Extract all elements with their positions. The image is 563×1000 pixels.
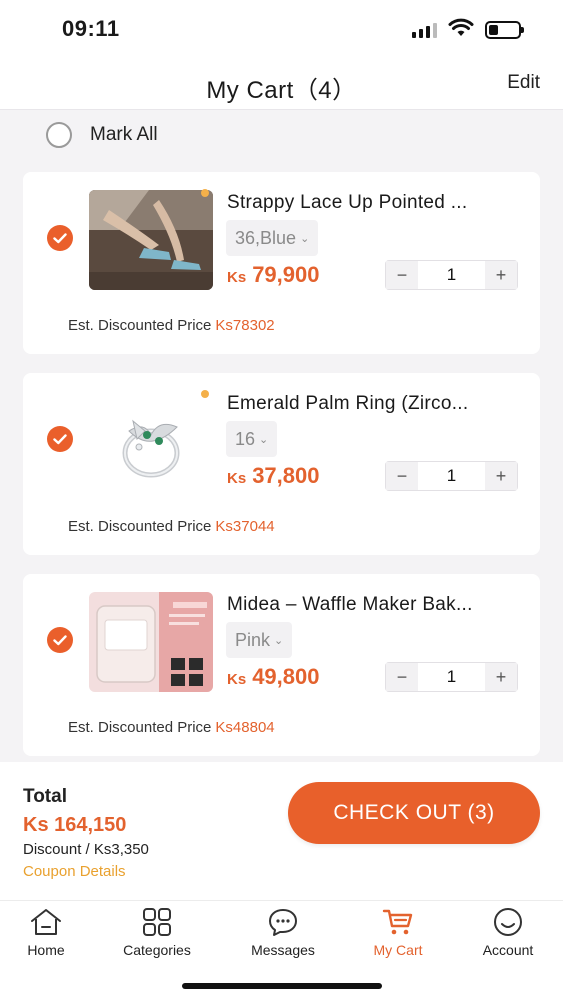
price-amount: 49,800 [252,664,320,689]
status-bar: 09:11 [0,0,563,58]
item-checkbox[interactable] [47,426,73,452]
chat-icon [269,909,297,936]
quantity-stepper: − 1 + [385,260,518,290]
product-name[interactable]: Midea – Waffle Maker Bak... [227,594,517,616]
coupon-details-link[interactable]: Coupon Details [23,863,126,880]
product-price: Ks 37,800 [227,463,319,489]
tab-messages[interactable]: Messages [233,907,333,958]
tab-categories[interactable]: Categories [107,907,207,958]
decrease-button[interactable]: − [386,261,418,289]
tab-label: Messages [251,942,315,958]
tab-label: Account [482,942,534,958]
tab-account[interactable]: Account [458,907,558,958]
cart-item: Strappy Lace Up Pointed ... 36,Blue ⌄ Ks 7… [23,172,540,354]
increase-button[interactable]: + [485,261,517,289]
quantity-stepper: − 1 + [385,461,518,491]
badge-dot [201,189,209,197]
variant-selector[interactable]: Pink ⌄ [226,622,293,658]
quantity-value[interactable]: 1 [418,663,485,691]
badge-dot [201,390,209,398]
item-checkbox[interactable] [47,225,73,251]
product-image-ring[interactable] [89,391,213,491]
battery-icon [485,21,524,39]
price-currency: Ks [227,470,247,487]
product-price: Ks 49,800 [227,664,319,690]
tab-home[interactable]: Home [0,907,96,958]
product-image-waffle-maker[interactable] [89,592,213,692]
total-amount: Ks 164,150 [23,814,127,836]
status-time: 09:11 [62,16,120,41]
cart-item: Midea – Waffle Maker Bak... Pink ⌄ Ks 49,8… [23,574,540,756]
edit-button[interactable]: Edit [507,72,540,94]
product-name[interactable]: Strappy Lace Up Pointed ... [227,192,517,214]
cart-item: Emerald Palm Ring (Zirco... 16 ⌄ Ks 37,800… [23,373,540,555]
total-label: Total [23,786,67,807]
mark-all-label: Mark All [90,124,158,145]
est-label: Est. Discounted Price [68,317,212,334]
price-amount: 79,900 [252,262,320,287]
mark-all-toggle[interactable]: Mark All [46,122,158,148]
product-image-shoes[interactable] [89,190,213,290]
checkmark-icon [53,634,67,645]
checkout-button[interactable]: CHECK OUT (3) [288,782,540,844]
increase-button[interactable]: + [485,663,517,691]
tab-label: Categories [123,942,191,958]
est-discounted-price: Est. Discounted Price Ks78302 [68,317,275,334]
price-currency: Ks [227,671,247,688]
quantity-value[interactable]: 1 [418,261,485,289]
variant-value: 36,Blue [235,227,297,248]
price-amount: 37,800 [252,463,320,488]
mark-all-radio[interactable] [46,122,72,148]
signal-icon [412,22,437,38]
est-discounted-price: Est. Discounted Price Ks37044 [68,518,275,535]
est-label: Est. Discounted Price [68,518,212,535]
tab-label: Home [27,942,65,958]
est-price: Ks37044 [215,518,275,535]
est-discounted-price: Est. Discounted Price Ks48804 [68,719,275,736]
checkmark-icon [53,433,67,444]
grid-icon [143,908,171,936]
home-indicator[interactable] [182,983,382,989]
est-label: Est. Discounted Price [68,719,212,736]
variant-selector[interactable]: 16 ⌄ [226,421,278,457]
variant-value: Pink [235,629,271,650]
chevron-down-icon: ⌄ [300,232,310,245]
product-name[interactable]: Emerald Palm Ring (Zirco... [227,393,517,415]
tab-my-cart[interactable]: My Cart [348,907,448,958]
checkmark-icon [53,232,67,243]
discount-text: Discount / Ks3,350 [23,841,149,858]
decrease-button[interactable]: − [386,462,418,490]
wifi-icon [448,18,474,36]
quantity-stepper: − 1 + [385,662,518,692]
increase-button[interactable]: + [485,462,517,490]
variant-value: 16 [235,428,256,449]
est-price: Ks48804 [215,719,275,736]
checkout-summary: Total Ks 164,150 Discount / Ks3,350 Coup… [0,762,563,900]
smiley-icon [494,908,522,936]
product-price: Ks 79,900 [227,262,319,288]
page-header: My Cart（4） Edit [0,58,563,110]
chevron-down-icon: ⌄ [259,433,269,446]
quantity-value[interactable]: 1 [418,462,485,490]
price-currency: Ks [227,269,247,286]
home-icon [31,909,61,935]
variant-selector[interactable]: 36,Blue ⌄ [226,220,319,256]
tab-label: My Cart [373,942,423,958]
decrease-button[interactable]: − [386,663,418,691]
est-price: Ks78302 [215,317,275,334]
item-checkbox[interactable] [47,627,73,653]
cart-icon [382,909,413,935]
page-title: My Cart（4） [206,77,357,104]
chevron-down-icon: ⌄ [274,634,284,647]
